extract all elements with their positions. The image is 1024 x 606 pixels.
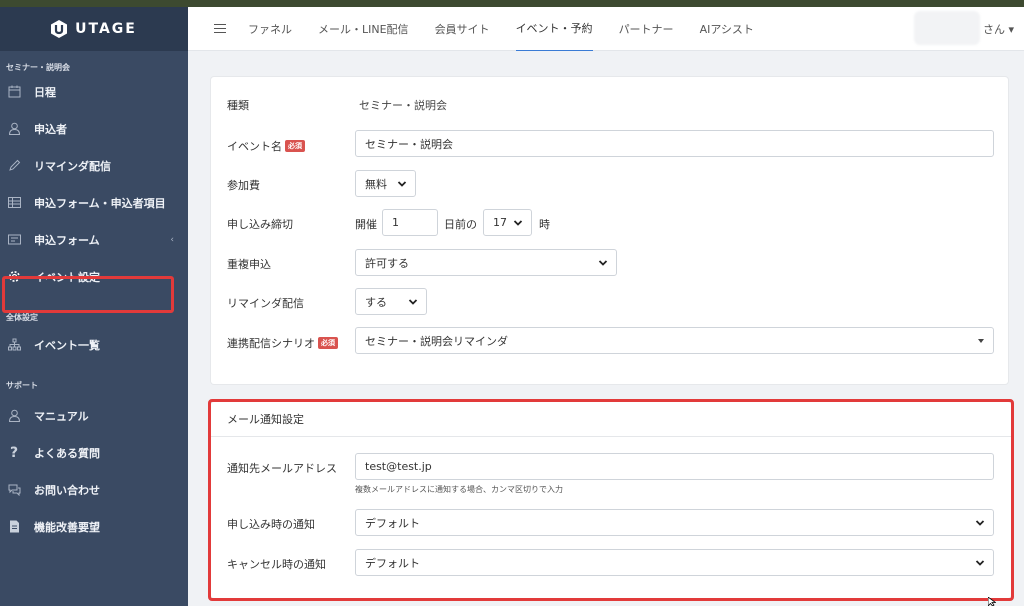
tab-mail-line[interactable]: メール・LINE配信	[318, 7, 409, 51]
pencil-icon	[6, 158, 22, 174]
sidebar-item-label: 申込者	[34, 122, 67, 136]
notify-address-help: 複数メールアドレスに通知する場合、カンマ区切りで入力	[355, 485, 563, 494]
sidebar-item-label: よくある質問	[34, 446, 100, 460]
reminder-select-value: する	[365, 295, 387, 309]
sidebar-item-faq[interactable]: ? よくある質問	[0, 434, 188, 471]
question-icon: ?	[9, 444, 19, 461]
deadline-hour-value: 17	[493, 216, 507, 229]
required-badge: 必須	[318, 337, 338, 349]
required-badge: 必須	[285, 140, 305, 152]
scenario-label: 連携配信シナリオ 必須	[227, 335, 338, 351]
reminder-select[interactable]: する	[355, 288, 427, 315]
mail-notification-card: メール通知設定 通知先メールアドレス test@test.jp 複数メールアドレ…	[211, 402, 1011, 598]
scenario-select-value: セミナー・説明会リマインダ	[365, 334, 508, 348]
sidebar-item-form-fields[interactable]: 申込フォーム・申込者項目	[0, 184, 188, 221]
deadline-hour-unit: 時	[539, 218, 550, 231]
person-icon	[6, 408, 22, 424]
apply-notify-value: デフォルト	[365, 516, 420, 530]
sidebar-item-label: お問い合わせ	[34, 483, 100, 497]
sidebar-item-feature-request[interactable]: 機能改善要望	[0, 508, 188, 545]
document-icon	[6, 519, 22, 535]
form-icon	[6, 232, 22, 248]
fee-label: 参加費	[227, 179, 260, 192]
chevron-down-icon	[975, 560, 985, 566]
type-value: セミナー・説明会	[359, 99, 447, 112]
sidebar-item-contact[interactable]: お問い合わせ	[0, 471, 188, 508]
chevron-down-icon	[975, 520, 985, 526]
apply-notify-select[interactable]: デフォルト	[355, 509, 994, 536]
reminder-label: リマインダ配信	[227, 297, 304, 310]
sidebar-item-schedule[interactable]: 日程	[0, 73, 188, 110]
hamburger-menu-icon[interactable]	[214, 21, 226, 36]
cancel-notify-label: キャンセル時の通知	[227, 558, 326, 571]
scenario-label-text: 連携配信シナリオ	[227, 337, 315, 350]
chevron-down-icon	[598, 260, 608, 266]
fee-select[interactable]: 無料	[355, 170, 416, 197]
table-icon	[6, 195, 22, 211]
sidebar-item-reminder[interactable]: リマインダ配信	[0, 147, 188, 184]
brand[interactable]: UTAGE	[0, 7, 188, 51]
notify-address-input[interactable]: test@test.jp	[355, 453, 994, 480]
deadline-days-unit: 日前の	[444, 218, 477, 231]
event-name-input[interactable]: セミナー・説明会	[355, 130, 994, 157]
chevron-down-icon	[513, 220, 523, 226]
mail-notification-header: メール通知設定	[211, 402, 1011, 437]
cancel-notify-select[interactable]: デフォルト	[355, 549, 994, 576]
sidebar-item-applicants[interactable]: 申込者	[0, 110, 188, 147]
utage-logo-icon	[51, 20, 68, 38]
notify-address-label: 通知先メールアドレス	[227, 462, 337, 475]
tab-member-site[interactable]: 会員サイト	[435, 7, 490, 51]
user-menu[interactable]: さん ▾	[983, 21, 1014, 37]
mouse-cursor-icon	[988, 597, 996, 606]
sitemap-icon	[6, 337, 22, 353]
sidebar-item-label: 申込フォーム	[34, 233, 100, 247]
chevron-left-icon: ‹	[170, 234, 174, 245]
person-icon	[6, 121, 22, 137]
duplicate-select[interactable]: 許可する	[355, 249, 617, 276]
deadline-hour-select[interactable]: 17	[483, 209, 532, 236]
tab-partner[interactable]: パートナー	[619, 7, 674, 51]
chevron-down-icon	[408, 299, 418, 305]
sidebar-section-seminar: セミナー・説明会	[6, 63, 70, 72]
sidebar-item-label: 機能改善要望	[34, 520, 100, 534]
tab-event-reservation[interactable]: イベント・予約	[515, 7, 593, 51]
tab-ai-assist[interactable]: AIアシスト	[700, 7, 754, 51]
sidebar-item-event-list[interactable]: イベント一覧	[0, 326, 188, 363]
sidebar-item-form[interactable]: 申込フォーム ‹	[0, 221, 188, 258]
sidebar-item-label: マニュアル	[34, 409, 89, 423]
scenario-select[interactable]: セミナー・説明会リマインダ	[355, 327, 994, 354]
duplicate-select-value: 許可する	[365, 256, 409, 270]
caret-down-icon	[978, 339, 984, 343]
chat-icon	[6, 482, 22, 498]
sidebar-item-label: 日程	[34, 85, 56, 99]
calendar-icon	[6, 84, 22, 100]
avatar[interactable]	[914, 11, 980, 45]
sidebar-item-label: リマインダ配信	[34, 159, 111, 173]
event-settings-card: 種類 セミナー・説明会 イベント名 必須 セミナー・説明会 参加費 無料 申し込…	[211, 77, 1008, 384]
top-nav: ファネル メール・LINE配信 会員サイト イベント・予約 パートナー AIアシ…	[188, 7, 1024, 51]
deadline-label: 申し込み締切	[227, 218, 293, 231]
sidebar-item-label: 申込フォーム・申込者項目	[34, 196, 166, 210]
type-label: 種類	[227, 99, 249, 112]
sidebar-section-support: サポート	[6, 381, 38, 390]
deadline-prefix: 開催	[355, 218, 377, 231]
brand-name: UTAGE	[75, 21, 137, 37]
duplicate-label: 重複申込	[227, 258, 271, 271]
highlight-frame-event-settings	[2, 276, 174, 313]
sidebar-item-label: イベント一覧	[34, 338, 100, 352]
apply-notify-label: 申し込み時の通知	[227, 518, 315, 531]
deadline-days-input[interactable]: 1	[382, 209, 438, 236]
window-top-strip	[0, 0, 1024, 7]
fee-select-value: 無料	[365, 177, 387, 191]
event-name-label: イベント名 必須	[227, 138, 305, 154]
cancel-notify-value: デフォルト	[365, 556, 420, 570]
chevron-down-icon	[397, 181, 407, 187]
event-name-label-text: イベント名	[227, 140, 282, 153]
sidebar-item-manual[interactable]: マニュアル	[0, 397, 188, 434]
tab-funnel[interactable]: ファネル	[248, 7, 292, 51]
